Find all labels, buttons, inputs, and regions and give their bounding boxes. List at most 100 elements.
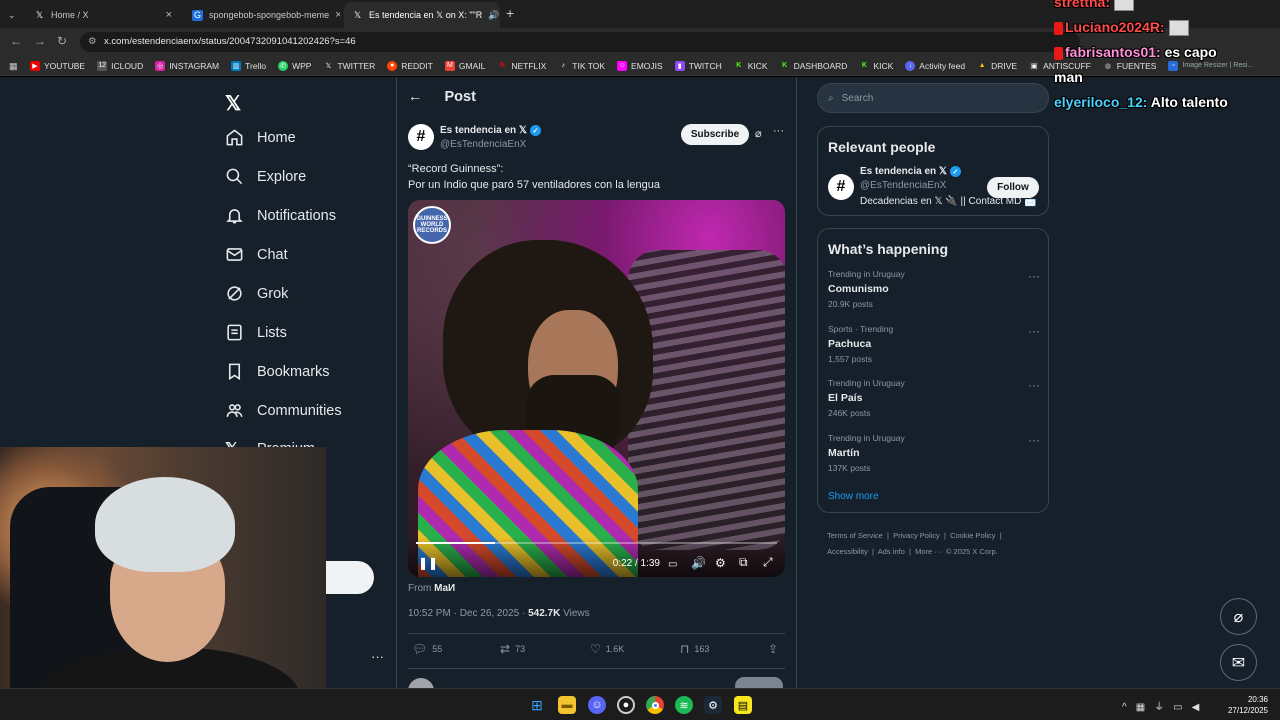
- x-logo[interactable]: 𝕏: [225, 91, 241, 116]
- new-tab-button[interactable]: +: [506, 5, 514, 21]
- like-button[interactable]: ♡ 1.6K: [590, 642, 624, 656]
- video-player[interactable]: GUINNESS WORLD RECORDS ❚❚ 0:22 / 1:39 ▭ …: [408, 200, 785, 577]
- system-tray[interactable]: ^▦⏚▭◀: [1122, 698, 1208, 713]
- bookmark-button[interactable]: ⊓ 163: [680, 642, 709, 656]
- more-icon[interactable]: ···: [773, 125, 784, 137]
- avatar[interactable]: #: [408, 124, 434, 150]
- account-more-icon[interactable]: ···: [371, 649, 384, 664]
- bookmark-dashboard[interactable]: K DASHBOARD: [780, 61, 847, 71]
- network-icon[interactable]: ▭: [1173, 702, 1191, 713]
- trend-count: 20.9K posts: [828, 299, 873, 309]
- person-name[interactable]: Es tendencia en 𝕏 ✓: [860, 166, 961, 177]
- more-icon[interactable]: ···: [1028, 433, 1040, 447]
- sidebar-item-chat[interactable]: Chat: [225, 245, 288, 264]
- post-button-fragment[interactable]: [326, 561, 374, 594]
- avatar[interactable]: #: [828, 174, 854, 200]
- repost-button[interactable]: ⇄ 73: [500, 642, 525, 656]
- bookmark-wpp[interactable]: ✆ WPP: [278, 60, 311, 71]
- post-timestamp[interactable]: 10:52 PM · Dec 26, 2025 ·: [408, 608, 528, 619]
- trend-item[interactable]: Trending in Uruguay Martín 137K posts ··…: [828, 433, 1040, 473]
- sidebar-item-grok[interactable]: Grok: [225, 284, 288, 303]
- bookmark-kick[interactable]: K KICK: [734, 61, 767, 71]
- obs-icon[interactable]: ●: [617, 696, 635, 714]
- reply-submit-button[interactable]: [735, 677, 783, 688]
- volume-icon[interactable]: 🔊: [691, 556, 706, 570]
- taskbar-clock[interactable]: 20:36 27/12/2025: [1228, 694, 1268, 716]
- bookmark-trello[interactable]: ▥ Trello: [231, 60, 266, 71]
- settings-icon[interactable]: ⚙: [715, 556, 726, 570]
- bookmark-tiktok[interactable]: ♪ TIK TOK: [558, 61, 606, 71]
- bookmark-twitch[interactable]: ▮ TWITCH: [674, 60, 722, 71]
- tab-post[interactable]: 𝕏 Es tendencia en 𝕏 on X: ""R 🔊 ×: [344, 2, 500, 28]
- bookmark-activity[interactable]: ↓ Activity feed: [905, 60, 965, 71]
- subscribe-button[interactable]: Subscribe: [681, 124, 749, 145]
- bookmark-kick-2[interactable]: K KICK: [859, 61, 893, 71]
- sidebar-item-notifications[interactable]: Notifications: [225, 206, 336, 225]
- captions-icon[interactable]: ▭: [668, 559, 677, 570]
- bookmark-instagram[interactable]: ◎ INSTAGRAM: [155, 60, 219, 71]
- person-handle[interactable]: @EsTendenciaEnX: [860, 180, 946, 191]
- volume-icon[interactable]: ◀: [1192, 702, 1209, 713]
- tab-home[interactable]: 𝕏 Home / X ×: [26, 2, 180, 28]
- tab-spongebob[interactable]: G spongebob-spongebob-meme ×: [184, 2, 340, 28]
- steam-icon[interactable]: ⚙: [704, 696, 722, 714]
- sidebar-item-lists[interactable]: Lists: [225, 323, 287, 342]
- sidebar-item-explore[interactable]: Explore: [225, 167, 306, 186]
- grok-icon[interactable]: ⌀: [755, 127, 762, 140]
- bookmark-reddit[interactable]: ● REDDIT: [387, 60, 433, 71]
- site-info-icon[interactable]: ⚙: [88, 32, 97, 52]
- search-input[interactable]: ⌕ Search: [817, 83, 1049, 113]
- close-icon[interactable]: ×: [166, 9, 172, 21]
- show-more-link[interactable]: Show more: [828, 491, 879, 502]
- back-arrow-icon[interactable]: ←: [408, 89, 423, 105]
- bookmark-youtube[interactable]: ▶ YOUTUBE: [30, 60, 85, 71]
- close-icon[interactable]: ×: [335, 9, 340, 21]
- sticky-notes-icon[interactable]: ▤: [734, 696, 752, 714]
- flag-icon[interactable]: ▦: [1136, 702, 1154, 713]
- trend-item[interactable]: Trending in Uruguay Comunismo 20.9K post…: [828, 269, 1040, 309]
- bookmark-gmail[interactable]: M GMAIL: [444, 60, 485, 71]
- bookmark-icloud[interactable]: 12 ICLOUD: [97, 60, 143, 71]
- more-icon[interactable]: ···: [1028, 269, 1040, 283]
- sidebar-item-home[interactable]: Home: [225, 128, 296, 147]
- trend-item[interactable]: Sports · Trending Pachuca 1,557 posts ··…: [828, 324, 1040, 364]
- chat-username: Luciano2024R:: [1065, 19, 1165, 35]
- video-progress-bar[interactable]: [416, 542, 777, 544]
- url-field[interactable]: ⚙ x.com/estendenciaenx/status/2004732091…: [80, 32, 1080, 52]
- more-icon[interactable]: ···: [1028, 324, 1040, 338]
- apps-icon[interactable]: ▦: [9, 61, 18, 72]
- forward-icon[interactable]: →: [34, 34, 46, 48]
- fullscreen-icon[interactable]: ⤢: [763, 555, 773, 570]
- tab-search-button[interactable]: ⌄: [4, 2, 24, 28]
- pause-icon[interactable]: ❚❚: [418, 556, 438, 570]
- pip-icon[interactable]: ⧉: [739, 555, 748, 570]
- author-handle[interactable]: @EsTendenciaEnX: [440, 139, 526, 150]
- follow-button[interactable]: Follow: [987, 177, 1039, 198]
- footer-line[interactable]: Terms of Service | Privacy Policy | Cook…: [827, 528, 1047, 544]
- windows-start-icon[interactable]: ⊞: [528, 696, 546, 714]
- messages-fab-button[interactable]: ✉: [1220, 644, 1257, 681]
- grok-fab-button[interactable]: ⌀: [1220, 598, 1257, 635]
- chevron-up-icon[interactable]: ^: [1122, 702, 1136, 713]
- microphone-icon[interactable]: ⏚: [1154, 702, 1173, 713]
- chrome-icon[interactable]: [646, 696, 664, 714]
- bookmark-emojis[interactable]: ☺ EMOJIS: [617, 60, 663, 71]
- reload-icon[interactable]: ↻: [57, 34, 67, 48]
- discord-icon[interactable]: ☺: [588, 696, 606, 714]
- views-label: Views: [560, 608, 590, 619]
- back-icon[interactable]: ←: [10, 34, 22, 48]
- reply-button[interactable]: 💬︎ 55: [412, 642, 442, 656]
- footer-line[interactable]: Accessibility | Ads info | More ··· © 20…: [827, 544, 1047, 560]
- bookmark-twitter[interactable]: 𝕏 TWITTER: [323, 61, 376, 71]
- trend-item[interactable]: Trending in Uruguay El País 246K posts ·…: [828, 378, 1040, 418]
- more-icon[interactable]: ···: [1028, 378, 1040, 392]
- file-explorer-icon[interactable]: ▬: [558, 696, 576, 714]
- sidebar-item-communities[interactable]: Communities: [225, 401, 342, 420]
- spotify-icon[interactable]: ≋: [675, 696, 693, 714]
- bookmark-drive[interactable]: ▲ DRIVE: [977, 61, 1017, 71]
- author-name[interactable]: Es tendencia en 𝕏 ✓: [440, 125, 541, 136]
- share-button[interactable]: ⇪: [768, 642, 778, 656]
- from-user[interactable]: MaИ: [434, 583, 455, 594]
- sidebar-item-bookmarks[interactable]: Bookmarks: [225, 362, 330, 381]
- bookmark-netflix[interactable]: N NETFLIX: [497, 61, 546, 71]
